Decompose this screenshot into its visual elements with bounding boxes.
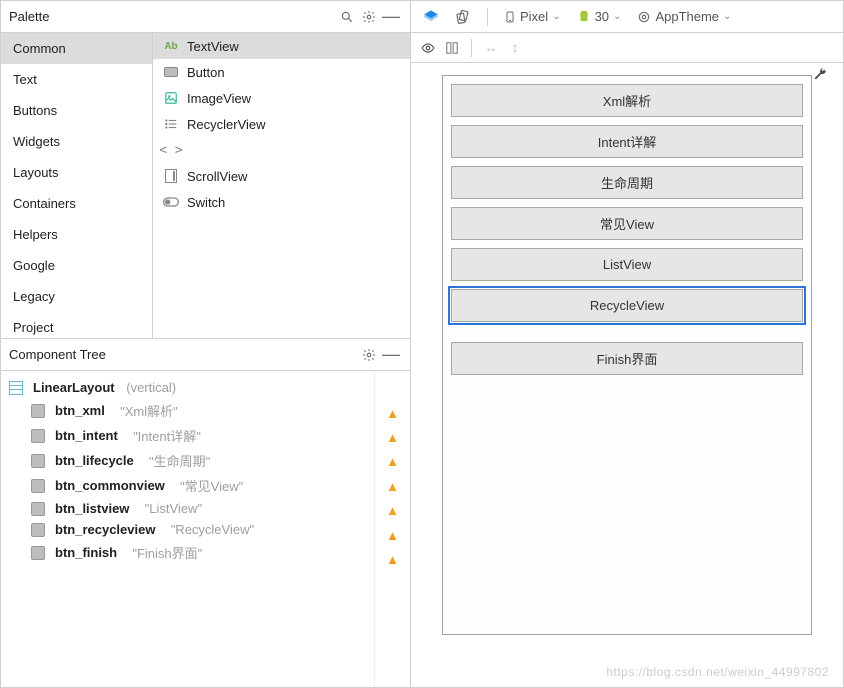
wrench-icon[interactable] [813, 67, 827, 86]
preview-button[interactable]: 常见View [451, 207, 803, 240]
component-label: RecyclerView [187, 117, 266, 132]
palette-component-switch[interactable]: Switch [153, 189, 410, 215]
api-selector[interactable]: 30⌄ [571, 9, 628, 24]
device-selector[interactable]: Pixel⌄ [498, 9, 567, 25]
watermark: https://blog.csdn.net/weixin_44997802 [606, 665, 829, 679]
tree-node-btn_recycleview[interactable]: btn_recycleview "RecycleView" [1, 519, 374, 540]
view-options-icon[interactable] [417, 37, 439, 59]
palette-category-list: CommonTextButtonsWidgetsLayoutsContainer… [1, 33, 153, 338]
preview-button[interactable]: 生命周期 [451, 166, 803, 199]
scroll-icon [163, 168, 179, 184]
button-icon [163, 64, 179, 80]
design-preview-frame: Xml解析 Intent详解生命周期常见View ListView RecycleVi… [442, 75, 812, 635]
designer-sub-toolbar: ↔ ↕ [411, 33, 843, 63]
button-node-icon [31, 479, 45, 493]
preview-button[interactable]: Intent详解 [451, 125, 803, 158]
device-label: Pixel [520, 9, 548, 24]
orientation-icon[interactable] [449, 9, 477, 25]
tree-node-btn_lifecycle[interactable]: btn_lifecycle "生命周期" [1, 448, 374, 473]
preview-button[interactable]: RecycleView [451, 289, 803, 322]
palette-category-buttons[interactable]: Buttons [1, 95, 152, 126]
switch-icon [163, 194, 179, 210]
button-node-icon [31, 523, 45, 537]
preview-button[interactable]: Finish界面 [451, 342, 803, 375]
palette-component-recyclerview[interactable]: RecyclerView [153, 111, 410, 137]
palette-category-layouts[interactable]: Layouts [1, 157, 152, 188]
palette-component-textview[interactable]: Ab TextView [153, 33, 410, 59]
button-node-icon [31, 502, 45, 516]
palette-component-button[interactable]: Button [153, 59, 410, 85]
palette-category-google[interactable]: Google [1, 250, 152, 281]
tree-node-btn_finish[interactable]: btn_finish "Finish界面" [1, 540, 374, 565]
tree-node-btn_commonview[interactable]: btn_commonview "常见View" [1, 473, 374, 498]
palette-category-text[interactable]: Text [1, 64, 152, 95]
palette-category-legacy[interactable]: Legacy [1, 281, 152, 312]
linear-layout-icon [9, 381, 23, 395]
palette-component-list: Ab TextView Button ImageView RecyclerView < >… [153, 33, 410, 338]
tree-node-btn_xml[interactable]: btn_xml "Xml解析" [1, 398, 374, 423]
warning-icon[interactable]: ▲ [386, 479, 399, 494]
tree-node-btn_intent[interactable]: btn_intent "Intent详解" [1, 423, 374, 448]
preview-button[interactable]: ListView [451, 248, 803, 281]
design-surface-icon[interactable] [417, 9, 445, 25]
warning-icon[interactable]: ▲ [386, 552, 399, 567]
warning-gutter: ▲ ▲ ▲ ▲ ▲ ▲ ▲ [374, 371, 410, 687]
layout-mode-icon[interactable] [441, 37, 463, 59]
minimize-icon[interactable]: — [380, 6, 402, 28]
image-icon [163, 90, 179, 106]
button-node-icon [31, 454, 45, 468]
palette-title: Palette [9, 9, 336, 24]
palette-category-common[interactable]: Common [1, 33, 152, 64]
palette-component-fragment[interactable]: < > [153, 137, 410, 163]
warning-icon[interactable]: ▲ [386, 528, 399, 543]
warning-icon[interactable]: ▲ [386, 454, 399, 469]
gear-icon[interactable] [358, 6, 380, 28]
button-node-icon [31, 546, 45, 560]
palette-category-widgets[interactable]: Widgets [1, 126, 152, 157]
designer-top-toolbar: Pixel⌄ 30⌄ AppTheme⌄ [411, 1, 843, 33]
warning-icon[interactable]: ▲ [386, 430, 399, 445]
api-label: 30 [595, 9, 609, 24]
list-icon [163, 116, 179, 132]
palette-component-scrollview[interactable]: ScrollView [153, 163, 410, 189]
palette-component-imageview[interactable]: ImageView [153, 85, 410, 111]
component-label: ImageView [187, 91, 251, 106]
button-node-icon [31, 404, 45, 418]
palette-category-containers[interactable]: Containers [1, 188, 152, 219]
palette-category-helpers[interactable]: Helpers [1, 219, 152, 250]
fragment-icon: < > [163, 142, 179, 158]
pan-vertical-icon[interactable]: ↕ [504, 37, 526, 59]
preview-button[interactable]: Xml解析 [451, 84, 803, 117]
palette-category-project[interactable]: Project [1, 312, 152, 338]
warning-icon[interactable]: ▲ [386, 503, 399, 518]
textview-icon: Ab [163, 38, 179, 54]
component-tree-title: Component Tree [9, 347, 358, 362]
component-label: TextView [187, 39, 239, 54]
tree-node-btn_listview[interactable]: btn_listview "ListView" [1, 498, 374, 519]
minimize-icon[interactable]: — [380, 344, 402, 366]
pan-horizontal-icon[interactable]: ↔ [480, 37, 502, 59]
search-icon[interactable] [336, 6, 358, 28]
component-label: Button [187, 65, 225, 80]
component-label: ScrollView [187, 169, 247, 184]
theme-selector[interactable]: AppTheme⌄ [631, 9, 737, 24]
theme-label: AppTheme [655, 9, 719, 24]
gear-icon[interactable] [358, 344, 380, 366]
component-label: Switch [187, 195, 225, 210]
warning-icon[interactable]: ▲ [386, 406, 399, 421]
component-tree[interactable]: LinearLayout (vertical)btn_xml "Xml解析"bt… [1, 371, 374, 687]
tree-node-root[interactable]: LinearLayout (vertical) [1, 377, 374, 398]
button-node-icon [31, 429, 45, 443]
